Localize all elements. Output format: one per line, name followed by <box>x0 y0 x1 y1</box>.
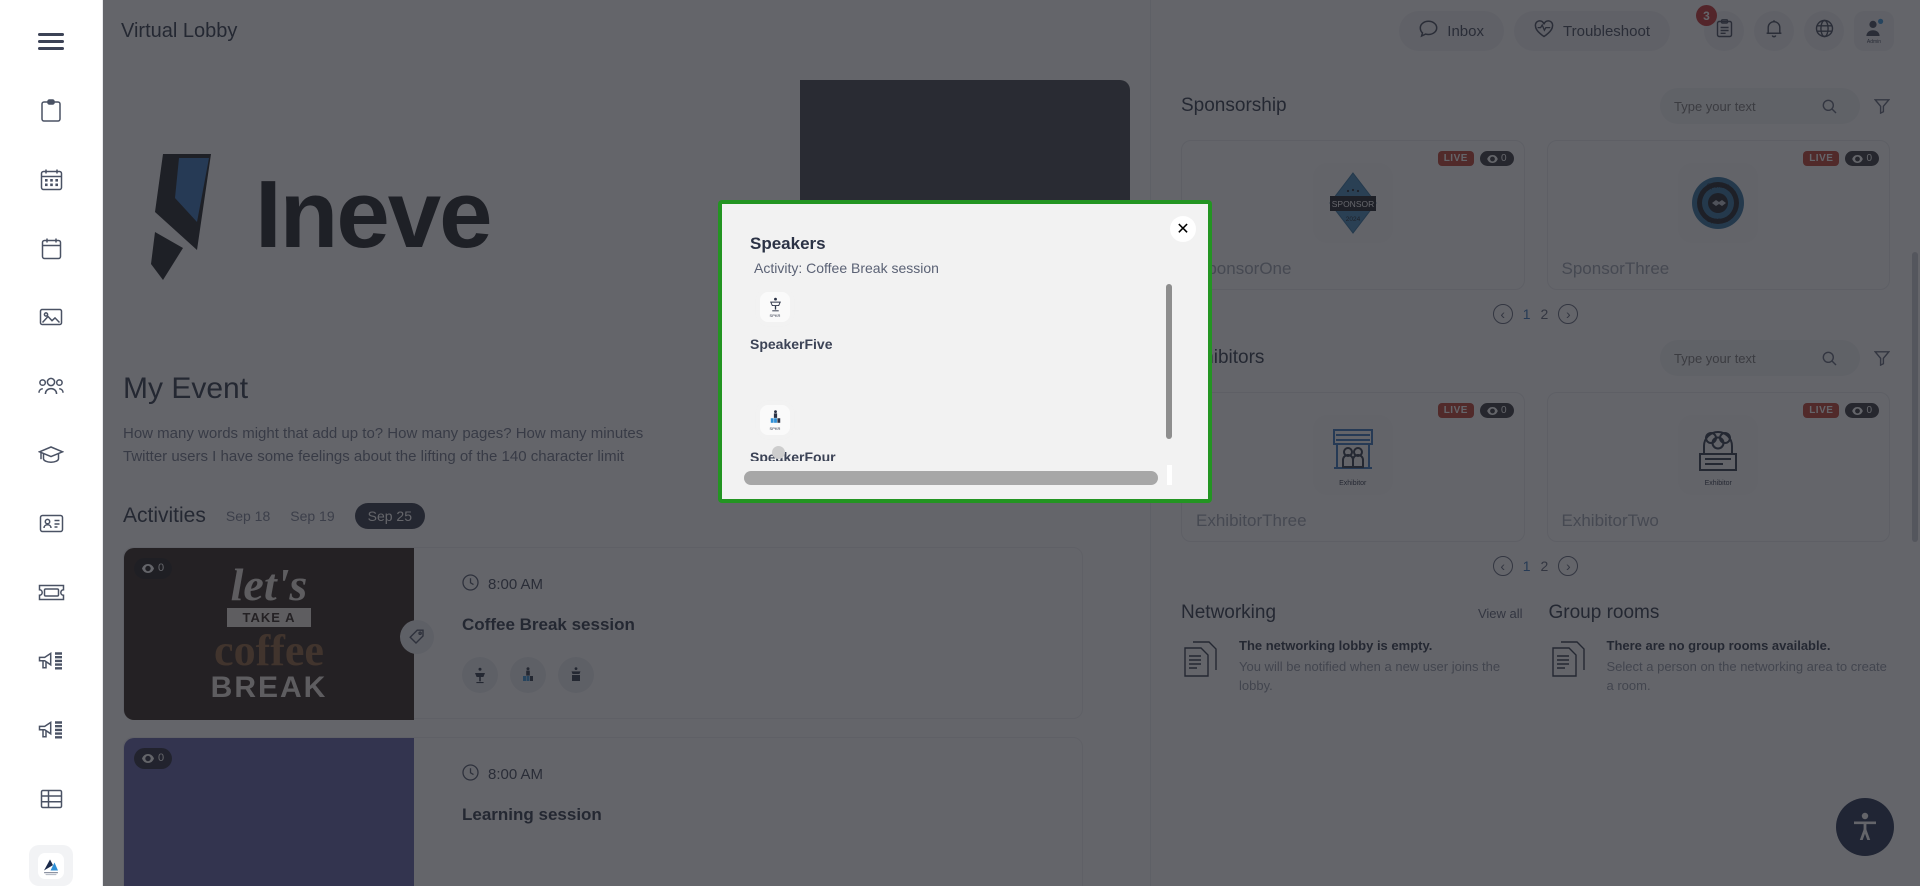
speakers-list: SPKR SpeakerFive SPKR SpeakerFour <box>722 292 1208 461</box>
speakers-modal-header: Speakers Activity: Coffee Break session <box>722 204 1208 276</box>
hamburger-menu-icon[interactable] <box>29 22 73 63</box>
close-icon[interactable]: ✕ <box>1170 216 1196 242</box>
sidebar-item-tickets[interactable] <box>29 572 73 613</box>
speakers-modal-title: Speakers <box>750 234 826 253</box>
speakers-list-loading-dot <box>772 446 785 459</box>
left-sidebar <box>0 0 103 886</box>
horizontal-scrollbar-end-cap <box>1167 465 1172 485</box>
sidebar-item-virtual-lobby[interactable] <box>29 845 73 886</box>
sidebar-item-campaigns[interactable] <box>29 710 73 751</box>
speakers-modal-subtitle: Activity: Coffee Break session <box>754 260 939 276</box>
sidebar-item-schedule[interactable] <box>29 160 73 201</box>
speaker-list-item[interactable]: SPKR SpeakerFour <box>750 405 1208 461</box>
sidebar-item-people[interactable] <box>29 366 73 407</box>
speakers-modal-vertical-scrollbar[interactable] <box>1166 284 1172 439</box>
sidebar-item-agenda[interactable] <box>29 91 73 132</box>
speakers-modal: ✕ Speakers Activity: Coffee Break sessio… <box>722 204 1208 499</box>
speaker-name: SpeakerFour <box>750 449 836 461</box>
sidebar-item-badges[interactable] <box>29 503 73 544</box>
speaker-avatar-caption: SPKR <box>769 313 781 318</box>
speaker-name: SpeakerFive <box>750 336 833 352</box>
horizontal-scrollbar-thumb[interactable] <box>744 471 1158 485</box>
speaker-avatar-icon: SPKR <box>760 405 790 435</box>
speaker-avatar-icon: SPKR <box>760 292 790 322</box>
speakers-modal-horizontal-scrollbar[interactable] <box>744 471 1158 485</box>
speaker-avatar-caption: SPKR <box>769 426 781 431</box>
sidebar-item-reports[interactable] <box>29 778 73 819</box>
sidebar-item-announcements[interactable] <box>29 641 73 682</box>
speaker-list-item[interactable]: SPKR SpeakerFive <box>750 292 1208 352</box>
sidebar-item-gallery[interactable] <box>29 297 73 338</box>
sidebar-item-calendar[interactable] <box>29 228 73 269</box>
sidebar-item-education[interactable] <box>29 435 73 476</box>
speakers-modal-highlight: ✕ Speakers Activity: Coffee Break sessio… <box>718 200 1212 503</box>
